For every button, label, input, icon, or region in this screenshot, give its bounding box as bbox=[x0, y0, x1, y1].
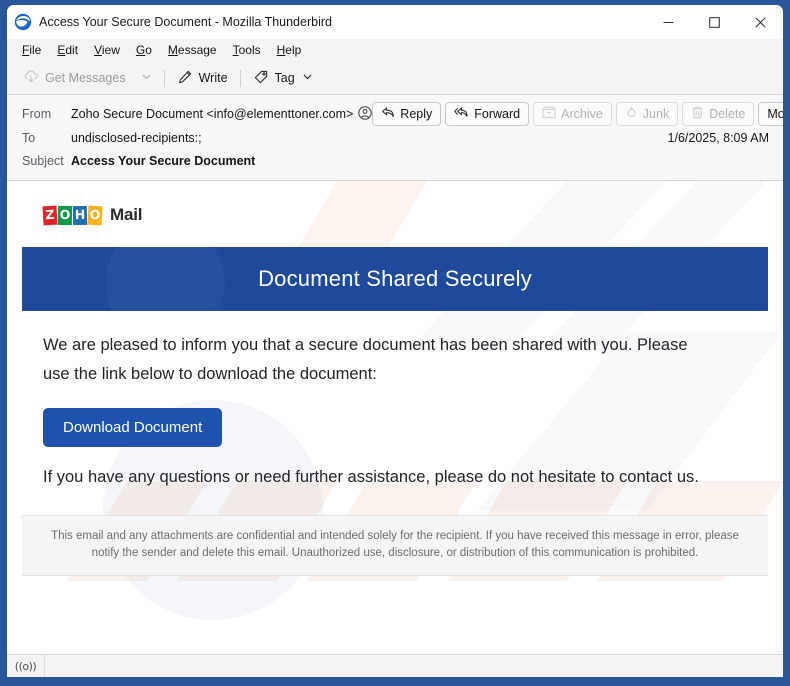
delete-label: Delete bbox=[709, 107, 746, 121]
forward-icon bbox=[454, 106, 469, 122]
from-row: From Zoho Secure Document <info@elementt… bbox=[7, 102, 783, 126]
subject-label: Subject bbox=[22, 153, 64, 168]
more-label: More bbox=[767, 107, 783, 121]
archive-box-icon bbox=[542, 106, 556, 122]
main-toolbar: Get Messages Write Tag bbox=[7, 62, 783, 95]
email-paragraph-1: We are pleased to inform you that a secu… bbox=[43, 336, 688, 383]
menu-help[interactable]: Help bbox=[269, 41, 310, 60]
get-messages-label: Get Messages bbox=[45, 71, 126, 85]
junk-button[interactable]: Junk bbox=[615, 102, 679, 126]
thunderbird-window: Access Your Secure Document - Mozilla Th… bbox=[0, 0, 790, 686]
zoho-tile-h: H bbox=[72, 205, 88, 225]
chevron-down-icon bbox=[302, 71, 313, 85]
to-value[interactable]: undisclosed-recipients:; bbox=[71, 131, 202, 145]
email-paragraph-2: If you have any questions or need furthe… bbox=[43, 468, 699, 486]
minimize-button[interactable] bbox=[645, 5, 691, 39]
junk-flame-icon bbox=[625, 106, 638, 122]
zoho-tile-o1: O bbox=[57, 205, 73, 225]
status-bar: ((o)) bbox=[7, 654, 783, 677]
tag-icon bbox=[253, 69, 269, 88]
zoho-tile-o2: O bbox=[87, 205, 103, 225]
contact-avatar-icon[interactable] bbox=[358, 105, 372, 123]
reply-button[interactable]: Reply bbox=[372, 102, 442, 126]
tag-button[interactable]: Tag bbox=[246, 66, 320, 91]
subject-row: Subject Access Your Secure Document bbox=[7, 149, 783, 172]
tag-label: Tag bbox=[274, 71, 295, 85]
thunderbird-icon bbox=[14, 13, 32, 31]
zoho-logo-tiles: Z O H O bbox=[42, 205, 103, 225]
menu-bar: File Edit View Go Message Tools Help bbox=[7, 39, 783, 62]
email-disclaimer: This email and any attachments are confi… bbox=[22, 515, 768, 576]
message-actions: Reply Forward Archive Junk Delete Mo bbox=[372, 102, 783, 126]
download-cloud-icon bbox=[23, 69, 39, 88]
toolbar-separator bbox=[163, 69, 165, 87]
title-bar: Access Your Secure Document - Mozilla Th… bbox=[7, 5, 783, 39]
pencil-icon bbox=[177, 69, 193, 88]
message-header: From Zoho Secure Document <info@elementt… bbox=[7, 95, 783, 181]
message-date: 1/6/2025, 8:09 AM bbox=[667, 130, 769, 145]
to-label: To bbox=[22, 130, 36, 145]
delete-button[interactable]: Delete bbox=[682, 102, 755, 126]
subject-value: Access Your Secure Document bbox=[71, 153, 256, 168]
from-text[interactable]: Zoho Secure Document <info@elementtoner.… bbox=[71, 107, 353, 121]
menu-edit[interactable]: Edit bbox=[49, 41, 86, 60]
menu-tools[interactable]: Tools bbox=[225, 41, 269, 60]
toolbar-separator-2 bbox=[239, 69, 241, 87]
archive-button[interactable]: Archive bbox=[533, 102, 612, 126]
get-messages-button[interactable]: Get Messages bbox=[16, 66, 133, 91]
message-body-pane: Z O H O Mail Document Shared Securely We… bbox=[7, 181, 783, 654]
banner-decoration bbox=[105, 247, 225, 311]
from-value: Zoho Secure Document <info@elementtoner.… bbox=[71, 105, 372, 123]
junk-label: Junk bbox=[642, 107, 670, 121]
menu-message[interactable]: Message bbox=[160, 41, 225, 60]
archive-label: Archive bbox=[561, 107, 603, 121]
close-button[interactable] bbox=[737, 5, 783, 39]
write-label: Write bbox=[198, 71, 228, 85]
menu-view[interactable]: View bbox=[86, 41, 128, 60]
write-button[interactable]: Write bbox=[170, 66, 235, 91]
zoho-mail-logo: Z O H O Mail bbox=[7, 181, 783, 233]
menu-file[interactable]: File bbox=[14, 41, 49, 60]
maximize-button[interactable] bbox=[691, 5, 737, 39]
forward-button[interactable]: Forward bbox=[445, 102, 530, 126]
zoho-logo-word: Mail bbox=[110, 205, 143, 224]
banner-title: Document Shared Securely bbox=[258, 266, 532, 291]
menu-go[interactable]: Go bbox=[128, 41, 160, 60]
forward-label: Forward bbox=[474, 107, 521, 121]
window-controls bbox=[645, 5, 783, 39]
get-messages-dropdown[interactable] bbox=[133, 66, 159, 91]
connection-status-icon[interactable]: ((o)) bbox=[7, 654, 45, 677]
reply-label: Reply bbox=[400, 107, 433, 121]
to-row: To undisclosed-recipients:; 1/6/2025, 8:… bbox=[7, 126, 783, 149]
download-document-button[interactable]: Download Document bbox=[43, 408, 223, 447]
email-html-content: Z O H O Mail Document Shared Securely We… bbox=[7, 181, 783, 576]
reply-icon bbox=[381, 106, 395, 122]
zoho-tile-z: Z bbox=[42, 205, 58, 225]
more-button[interactable]: More bbox=[758, 102, 783, 126]
document-shared-banner: Document Shared Securely bbox=[22, 247, 768, 311]
window-client-area: Access Your Secure Document - Mozilla Th… bbox=[7, 5, 783, 677]
trash-icon bbox=[691, 106, 704, 122]
chevron-down-icon bbox=[141, 71, 152, 85]
from-label: From bbox=[22, 107, 52, 121]
window-title: Access Your Secure Document - Mozilla Th… bbox=[39, 15, 332, 29]
